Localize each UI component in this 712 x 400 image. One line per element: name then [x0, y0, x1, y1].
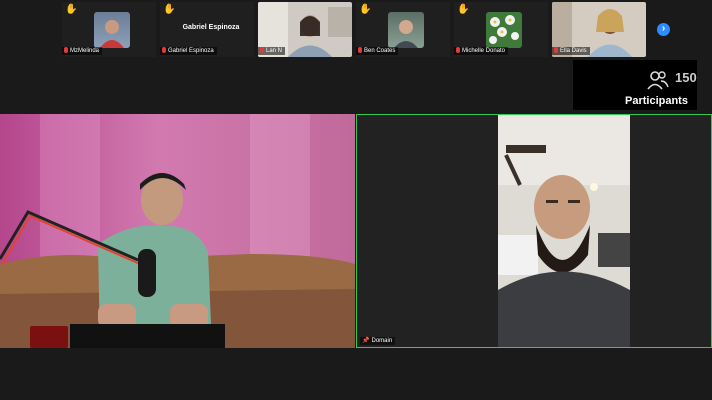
avatar	[94, 12, 130, 48]
mic-muted-icon	[358, 47, 362, 53]
avatar-photo	[489, 15, 519, 44]
participant-tile-mzmelinda[interactable]: ✋ MzMelinda	[62, 2, 156, 57]
avatar-photo	[100, 20, 124, 48]
participant-video	[498, 115, 630, 347]
participant-display-name: Gabriel Espinoza	[182, 24, 240, 31]
participants-label: Participants	[625, 95, 688, 107]
mic-muted-icon	[554, 47, 558, 53]
main-video-right[interactable]: 📌 Domain	[356, 114, 712, 348]
chevron-right-icon: ›	[661, 23, 666, 34]
raised-hand-icon: ✋	[359, 4, 372, 15]
participants-button[interactable]: 150 Participants	[573, 60, 697, 110]
participant-name-label: Ella Davis	[552, 47, 590, 55]
pin-icon: 📌	[362, 338, 370, 344]
mic-muted-icon	[456, 47, 460, 53]
avatar	[486, 12, 522, 48]
raised-hand-icon: ✋	[65, 4, 78, 15]
participant-strip: ✋ MzMelinda ✋ Gabriel Espinoza Gabriel E…	[0, 0, 712, 60]
participant-name-label: Gabriel Espinoza	[160, 47, 217, 55]
raised-hand-icon: ✋	[457, 4, 470, 15]
video-frame	[498, 115, 630, 347]
participant-name-label: Michelle Donato	[454, 47, 509, 55]
participant-tile-michelle-donato[interactable]: ✋ Michelle Donato	[454, 2, 548, 57]
participant-count: 150	[675, 70, 697, 85]
participant-name-label: MzMelinda	[62, 47, 103, 55]
participant-name-label: Ben Coates	[356, 47, 399, 55]
raised-hand-icon: ✋	[163, 4, 176, 15]
participant-name-label: Lan N	[258, 47, 286, 55]
mic-muted-icon	[162, 47, 166, 53]
participant-tile-ella-davis[interactable]: Ella Davis	[552, 2, 646, 57]
main-video-left[interactable]	[0, 114, 355, 348]
mic-muted-icon	[260, 47, 264, 53]
mic-muted-icon	[64, 47, 68, 53]
participant-name-label: 📌 Domain	[360, 337, 396, 345]
video-frame	[0, 114, 355, 348]
participant-tile-gabriel-espinoza[interactable]: ✋ Gabriel Espinoza Gabriel Espinoza	[160, 2, 254, 57]
avatar	[388, 12, 424, 48]
participant-tile-ben-coates[interactable]: ✋ Ben Coates	[356, 2, 450, 57]
participant-tile-lan-n[interactable]: Lan N	[258, 2, 352, 57]
avatar-photo	[394, 20, 418, 48]
next-page-button[interactable]: ›	[657, 23, 670, 36]
participants-icon	[647, 71, 669, 90]
